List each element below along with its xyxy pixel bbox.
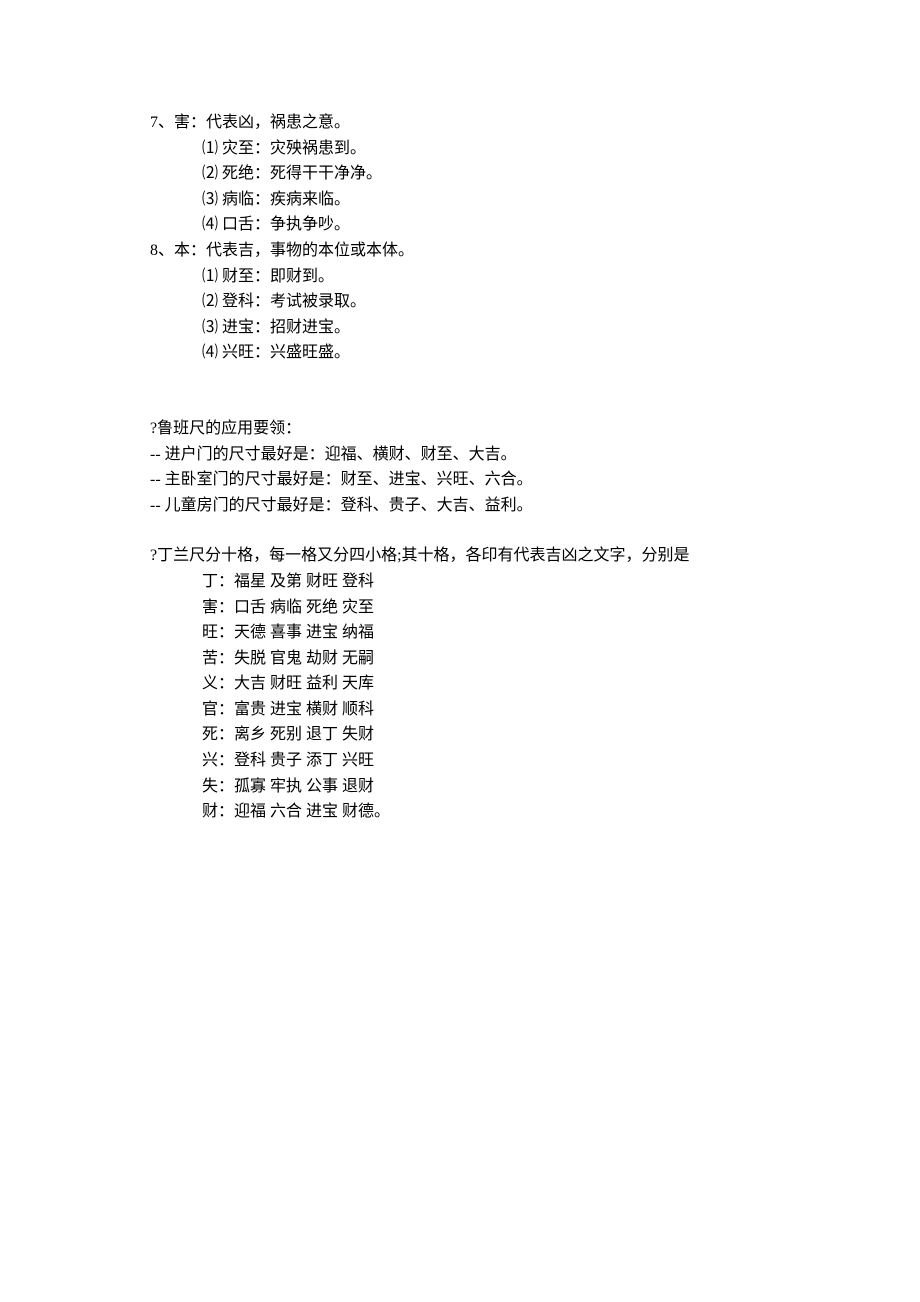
dinglan-item-2: 害：口舌 病临 死绝 灾至 bbox=[150, 595, 770, 621]
section-7-item-1: ⑴ 灾至：灾殃祸患到。 bbox=[150, 136, 770, 162]
section-8: 8、本：代表吉，事物的本位或本体。 ⑴ 财至：即财到。 ⑵ 登科：考试被录取。 … bbox=[150, 238, 770, 366]
section-8-item-4: ⑷ 兴旺：兴盛旺盛。 bbox=[150, 340, 770, 366]
section-7-item-2: ⑵ 死绝：死得干干净净。 bbox=[150, 161, 770, 187]
application-line-3: -- 儿童房门的尺寸最好是：登科、贵子、大吉、益利。 bbox=[150, 493, 770, 519]
dinglan-item-8: 兴：登科 贵子 添丁 兴旺 bbox=[150, 748, 770, 774]
application-section: ?鲁班尺的应用要领： -- 进户门的尺寸最好是：迎福、横财、财至、大吉。 -- … bbox=[150, 416, 770, 518]
dinglan-item-5: 义：大吉 财旺 益利 天库 bbox=[150, 671, 770, 697]
section-7-item-4: ⑷ 口舌：争执争吵。 bbox=[150, 212, 770, 238]
section-8-item-2: ⑵ 登科：考试被录取。 bbox=[150, 289, 770, 315]
dinglan-item-7: 死：离乡 死别 退丁 失财 bbox=[150, 722, 770, 748]
application-title: ?鲁班尺的应用要领： bbox=[150, 416, 770, 442]
dinglan-item-3: 旺：天德 喜事 进宝 纳福 bbox=[150, 620, 770, 646]
dinglan-item-1: 丁：福星 及第 财旺 登科 bbox=[150, 569, 770, 595]
section-8-item-3: ⑶ 进宝：招财进宝。 bbox=[150, 315, 770, 341]
section-8-item-1: ⑴ 财至：即财到。 bbox=[150, 264, 770, 290]
application-line-2: -- 主卧室门的尺寸最好是：财至、进宝、兴旺、六合。 bbox=[150, 467, 770, 493]
dinglan-intro: ?丁兰尺分十格，每一格又分四小格;其十格，各印有代表吉凶之文字，分别是 bbox=[150, 543, 770, 569]
dinglan-item-6: 官：富贵 进宝 横财 顺科 bbox=[150, 697, 770, 723]
application-line-1: -- 进户门的尺寸最好是：迎福、横财、财至、大吉。 bbox=[150, 442, 770, 468]
dinglan-section: ?丁兰尺分十格，每一格又分四小格;其十格，各印有代表吉凶之文字，分别是 丁：福星… bbox=[150, 543, 770, 825]
section-7-item-3: ⑶ 病临：疾病来临。 bbox=[150, 187, 770, 213]
dinglan-item-9: 失：孤寡 牢执 公事 退财 bbox=[150, 774, 770, 800]
section-8-header: 8、本：代表吉，事物的本位或本体。 bbox=[150, 238, 770, 264]
dinglan-item-10: 财：迎福 六合 进宝 财德。 bbox=[150, 799, 770, 825]
dinglan-item-4: 苦：失脱 官鬼 劫财 无嗣 bbox=[150, 646, 770, 672]
section-7-header: 7、害：代表凶，祸患之意。 bbox=[150, 110, 770, 136]
section-7: 7、害：代表凶，祸患之意。 ⑴ 灾至：灾殃祸患到。 ⑵ 死绝：死得干干净净。 ⑶… bbox=[150, 110, 770, 238]
